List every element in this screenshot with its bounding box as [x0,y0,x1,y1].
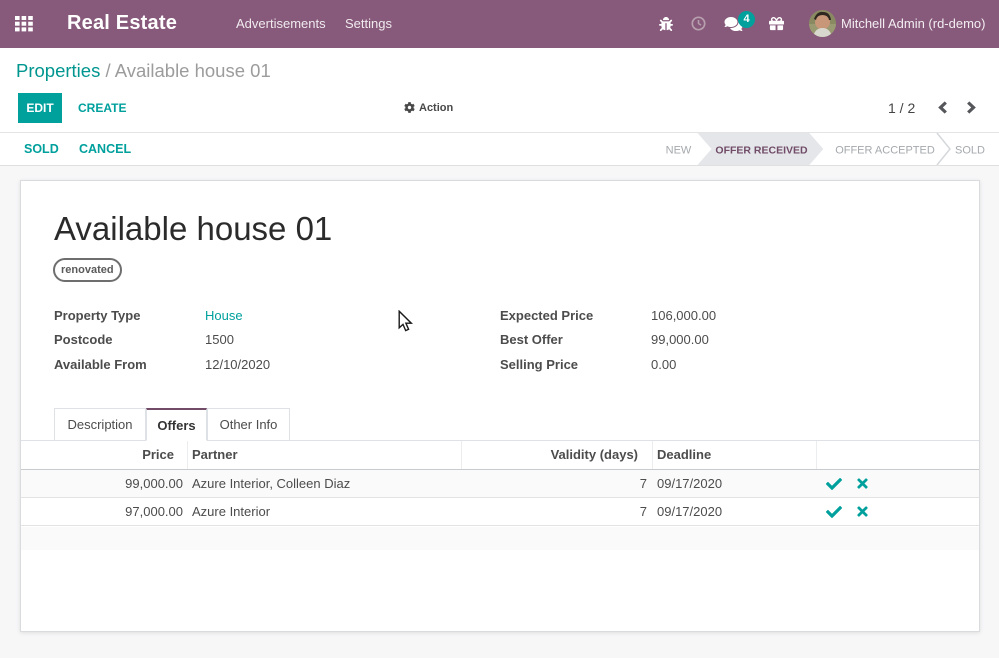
svg-text:OFFER RECEIVED: OFFER RECEIVED [715,145,808,157]
svg-text:OFFER ACCEPTED: OFFER ACCEPTED [835,145,935,157]
svg-text:SOLD: SOLD [955,145,985,157]
svg-text:NEW: NEW [666,145,692,157]
